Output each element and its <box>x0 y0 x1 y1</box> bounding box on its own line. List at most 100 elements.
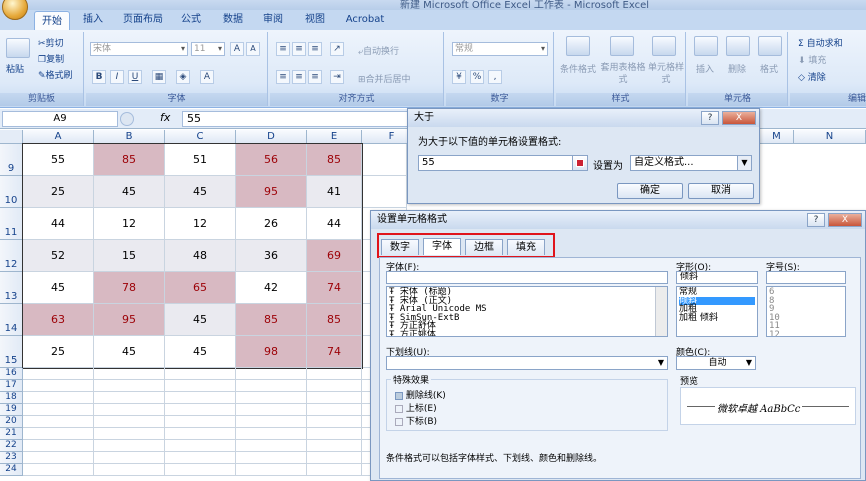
format-painter-button[interactable]: ✎格式刷 <box>38 68 73 81</box>
insert-cells-icon[interactable] <box>694 36 718 56</box>
merge-center-button[interactable]: ⊞合并后居中 <box>358 72 411 85</box>
insert-function-button[interactable]: fx <box>160 111 170 124</box>
row-header[interactable]: 15 <box>0 336 23 368</box>
size-input[interactable] <box>766 271 846 284</box>
format-select[interactable]: 自定义格式... ▼ <box>630 155 752 171</box>
font-name-combo[interactable]: 宋体 <box>90 42 188 56</box>
cell-empty[interactable] <box>236 392 307 404</box>
row-header[interactable]: 17 <box>0 380 23 392</box>
row-header[interactable]: 23 <box>0 452 23 464</box>
table-format-button[interactable]: 套用表格格式 <box>600 62 646 86</box>
cell[interactable]: 85 <box>307 144 362 176</box>
cell-empty[interactable] <box>94 440 165 452</box>
cell-empty[interactable] <box>94 404 165 416</box>
cell-style-button[interactable]: 单元格样式 <box>648 62 684 86</box>
formula-input[interactable]: 55 <box>182 111 422 127</box>
style-list[interactable]: 常规 倾斜 加粗 加粗 倾斜 <box>676 286 758 337</box>
bold-button[interactable]: B <box>92 70 106 84</box>
name-box[interactable]: A9 <box>2 111 118 127</box>
row-header[interactable]: 19 <box>0 404 23 416</box>
cell-empty[interactable] <box>94 428 165 440</box>
delete-cells-icon[interactable] <box>726 36 750 56</box>
cell[interactable]: 74 <box>307 272 362 304</box>
number-format-combo[interactable]: 常规 <box>452 42 548 56</box>
cell-empty[interactable] <box>94 392 165 404</box>
row-header[interactable]: 18 <box>0 392 23 404</box>
conditional-format-icon[interactable] <box>566 36 590 56</box>
italic-button[interactable]: I <box>110 70 124 84</box>
tab-insert[interactable]: 插入 <box>75 10 111 30</box>
tab-formulas[interactable]: 公式 <box>176 10 206 30</box>
cell[interactable]: 56 <box>236 144 307 176</box>
row-header[interactable]: 12 <box>0 240 23 272</box>
cell[interactable]: 69 <box>307 240 362 272</box>
cell-empty[interactable] <box>23 416 94 428</box>
cell-empty[interactable] <box>23 404 94 416</box>
indent-icon[interactable]: ⇥ <box>330 70 344 84</box>
column-header-n[interactable]: N <box>794 130 866 144</box>
cell-empty[interactable] <box>23 440 94 452</box>
cell-empty[interactable] <box>165 392 236 404</box>
cell-empty[interactable] <box>236 428 307 440</box>
select-all-corner[interactable] <box>0 130 23 144</box>
cell[interactable]: 12 <box>94 208 165 240</box>
cell-empty[interactable] <box>307 428 362 440</box>
cell-empty[interactable] <box>236 416 307 428</box>
cell-empty[interactable] <box>165 416 236 428</box>
cell-empty[interactable] <box>307 380 362 392</box>
cell-empty[interactable] <box>94 380 165 392</box>
row-header[interactable]: 20 <box>0 416 23 428</box>
copy-button[interactable]: ❐复制 <box>38 52 64 65</box>
cell[interactable]: 45 <box>23 272 94 304</box>
close-button[interactable]: X <box>722 111 756 125</box>
cell[interactable]: 12 <box>165 208 236 240</box>
cell[interactable]: 55 <box>23 144 94 176</box>
column-header-b[interactable]: B <box>94 130 165 144</box>
cell-empty[interactable] <box>307 368 362 380</box>
cell-empty[interactable] <box>307 440 362 452</box>
cell[interactable]: 36 <box>236 240 307 272</box>
font-color-icon[interactable]: A <box>200 70 214 84</box>
tab-review[interactable]: 审阅 <box>258 10 288 30</box>
cell[interactable]: 85 <box>236 304 307 336</box>
cell-empty[interactable] <box>307 452 362 464</box>
grow-font-button[interactable]: A <box>230 42 244 56</box>
row-header[interactable]: 22 <box>0 440 23 452</box>
cell-empty[interactable] <box>307 416 362 428</box>
cell[interactable]: 51 <box>165 144 236 176</box>
cell[interactable]: 44 <box>23 208 94 240</box>
gt-value-input[interactable]: 55 <box>418 155 574 171</box>
cell[interactable]: 45 <box>165 176 236 208</box>
cell-empty[interactable] <box>23 428 94 440</box>
cell-empty[interactable] <box>23 464 94 476</box>
align-middle-icon[interactable]: ≡ <box>292 42 306 56</box>
cell-empty[interactable] <box>307 404 362 416</box>
align-center-icon[interactable]: ≡ <box>292 70 306 84</box>
currency-icon[interactable]: ¥ <box>452 70 466 84</box>
cancel-button[interactable]: 取消 <box>688 183 754 199</box>
column-header-d[interactable]: D <box>236 130 307 144</box>
size-list-item[interactable]: 10 <box>769 313 843 323</box>
column-header-a[interactable]: A <box>23 130 94 144</box>
fill-color-icon[interactable]: ◈ <box>176 70 190 84</box>
help-button[interactable]: ? <box>701 111 719 125</box>
cell-empty[interactable] <box>94 464 165 476</box>
formula-cancel-icon[interactable] <box>120 112 134 126</box>
fill-button[interactable]: ⬇ 填充 <box>798 53 826 66</box>
fmt-help-button[interactable]: ? <box>807 213 825 227</box>
cell-empty[interactable] <box>362 176 407 208</box>
strikethrough-checkbox[interactable]: 删除线(K) <box>395 388 446 401</box>
cell[interactable]: 52 <box>23 240 94 272</box>
fmt-close-button[interactable]: X <box>828 213 862 227</box>
cell[interactable]: 45 <box>94 336 165 368</box>
paste-icon[interactable] <box>6 38 30 58</box>
cut-button[interactable]: ✂剪切 <box>38 36 64 49</box>
cell-empty[interactable] <box>23 452 94 464</box>
font-input[interactable] <box>386 271 668 284</box>
cell[interactable]: 15 <box>94 240 165 272</box>
format-cells-button[interactable]: 格式 <box>760 62 778 75</box>
column-header-c[interactable]: C <box>165 130 236 144</box>
cell-empty[interactable] <box>362 144 407 176</box>
shrink-font-button[interactable]: A <box>246 42 260 56</box>
cell-empty[interactable] <box>236 404 307 416</box>
